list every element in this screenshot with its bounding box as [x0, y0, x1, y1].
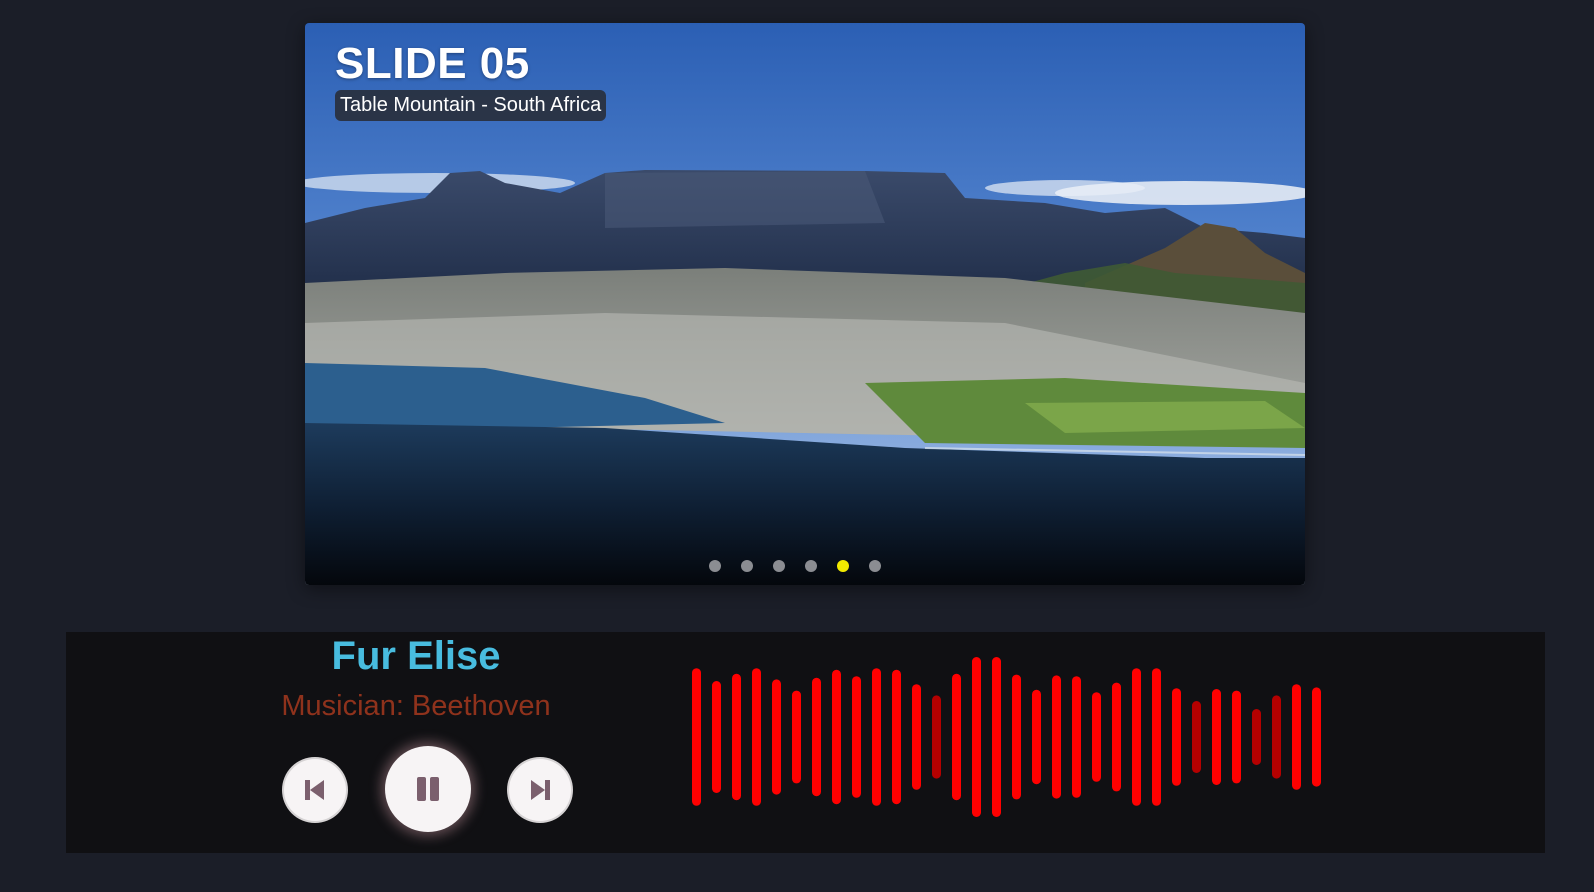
visualizer-bar: [752, 668, 761, 806]
visualizer-bar: [732, 673, 741, 801]
visualizer-bar: [1272, 695, 1281, 779]
visualizer-bar: [872, 668, 881, 806]
slide-dot-4[interactable]: [805, 560, 817, 572]
visualizer-bar: [1152, 668, 1161, 806]
slide-dot-6[interactable]: [869, 560, 881, 572]
visualizer-bar: [1212, 689, 1221, 785]
visualizer-bar: [1032, 689, 1041, 785]
visualizer-bar: [772, 679, 781, 795]
visualizer-bar: [912, 684, 921, 790]
visualizer-bar: [1232, 690, 1241, 784]
pause-button[interactable]: [385, 746, 471, 832]
visualizer-bar: [1092, 692, 1101, 782]
visualizer-bar: [1052, 675, 1061, 799]
visualizer-bar: [712, 681, 721, 793]
slide-caption: Table Mountain - South Africa: [335, 90, 607, 121]
visualizer-bar: [932, 695, 941, 779]
visualizer-bar: [952, 673, 961, 801]
skip-previous-icon: [305, 780, 324, 800]
previous-button[interactable]: [284, 759, 346, 821]
slide-dot-2[interactable]: [741, 560, 753, 572]
visualizer-bar: [852, 676, 861, 798]
visualizer-bar: [1172, 688, 1181, 786]
slide-pagination: [305, 560, 1305, 572]
slide-dot-1[interactable]: [709, 560, 721, 572]
visualizer-bar: [1012, 674, 1021, 800]
visualizer-bar: [1252, 709, 1261, 765]
visualizer-bar: [812, 677, 821, 797]
visualizer-bar: [792, 690, 801, 784]
image-slider[interactable]: SLIDE 05 Table Mountain - South Africa: [305, 23, 1305, 585]
visualizer-bar: [1192, 701, 1201, 773]
visualizer-bar: [992, 657, 1001, 817]
music-player: Fur Elise Musician: Beethoven: [66, 632, 1545, 853]
visualizer-bar: [1072, 676, 1081, 798]
song-title: Fur Elise: [331, 634, 501, 678]
skip-next-icon: [531, 780, 550, 800]
visualizer-bar: [832, 669, 841, 805]
slide-dot-5[interactable]: [837, 560, 849, 572]
artist-label: Musician: Beethoven: [281, 690, 551, 722]
pause-icon: [417, 777, 439, 801]
visualizer-bar: [692, 668, 701, 806]
visualizer-bar: [972, 657, 981, 817]
visualizer-bar: [1132, 668, 1141, 806]
slide-dot-3[interactable]: [773, 560, 785, 572]
visualizer-bar: [1112, 682, 1121, 792]
visualizer-bar: [892, 669, 901, 805]
visualizer-bar: [1292, 684, 1301, 790]
visualizer-bar: [1312, 687, 1321, 787]
slide-title: SLIDE 05: [335, 39, 530, 88]
next-button[interactable]: [509, 759, 571, 821]
audio-visualizer: [692, 657, 1321, 817]
